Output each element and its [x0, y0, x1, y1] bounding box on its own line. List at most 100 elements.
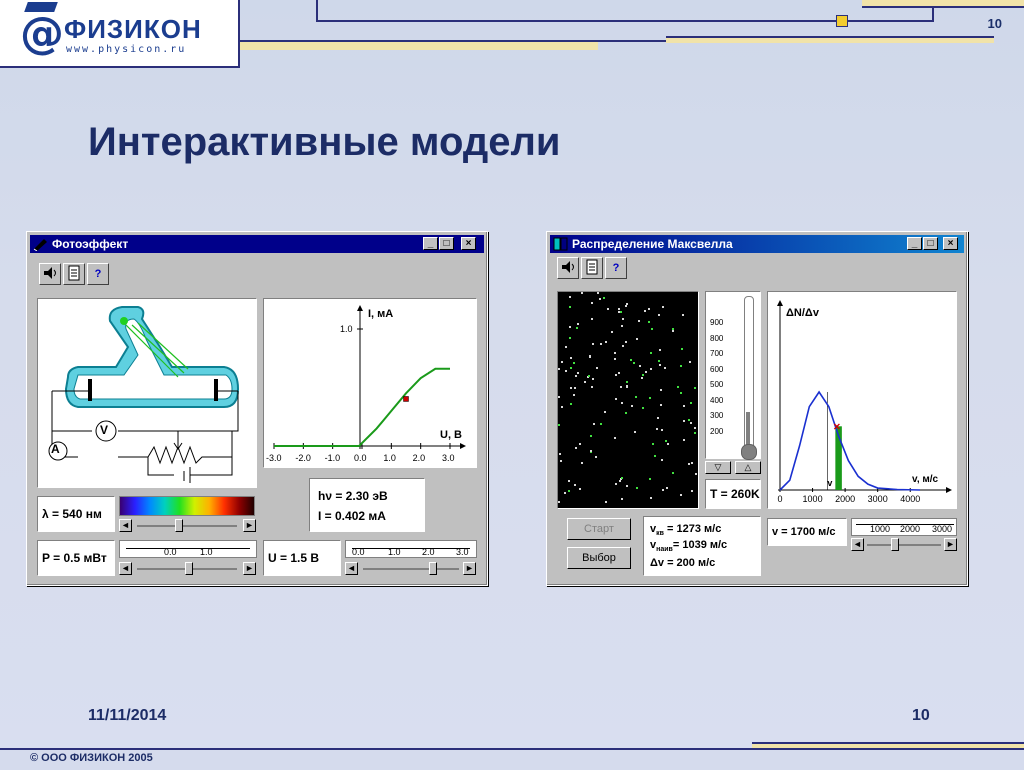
molecule-dot: [592, 343, 594, 345]
ammeter-label: A: [51, 442, 60, 456]
molecule-dot: [596, 367, 598, 369]
maximize-button[interactable]: □: [439, 237, 454, 250]
voltage-slider[interactable]: ◄ ►: [345, 562, 477, 575]
molecule-dot: [682, 314, 684, 316]
voltmeter-label: V: [100, 423, 109, 437]
molecule-dot: [570, 403, 572, 405]
molecule-dot: [569, 337, 571, 339]
molecule-dot: [659, 349, 661, 351]
slider-thumb[interactable]: [891, 538, 899, 551]
molecule-dot: [641, 377, 643, 379]
document-icon: [586, 259, 598, 275]
logo-name: ФИЗИКОН: [64, 14, 202, 44]
molecule-dot: [600, 343, 602, 345]
power-slider[interactable]: ◄ ►: [119, 562, 257, 575]
sound-icon: [44, 267, 56, 279]
molecule-dot: [581, 292, 583, 294]
molecule-dot: [690, 422, 692, 424]
minimize-button[interactable]: _: [907, 237, 922, 250]
speed-interval-value: Δv = 200 м/с: [650, 557, 716, 569]
slider-thumb[interactable]: [429, 562, 437, 575]
molecule-dot: [642, 407, 644, 409]
sound-button[interactable]: [557, 257, 579, 279]
molecule-dot: [683, 420, 685, 422]
molecule-dot: [558, 396, 560, 398]
molecule-dot: [688, 419, 690, 421]
molecule-dot: [579, 488, 581, 490]
molecule-dot: [631, 405, 633, 407]
slide-page-number: 10: [912, 707, 930, 724]
molecule-dot: [611, 331, 613, 333]
molecule-dot: [691, 462, 693, 464]
molecule-dot: [581, 462, 583, 464]
maxwell-titlebar[interactable]: Распределение Максвелла: [550, 235, 964, 253]
slider-left-arrow-icon[interactable]: ◄: [345, 562, 358, 575]
thermometer-tick-label: 700: [710, 349, 724, 358]
close-button[interactable]: ×: [943, 237, 958, 250]
molecule-dot: [660, 389, 662, 391]
power-ruler: 0.0 1.0: [119, 540, 257, 558]
light-source-icon: [120, 317, 128, 325]
maximize-button[interactable]: □: [923, 237, 938, 250]
sound-button[interactable]: [39, 263, 61, 285]
photoeffect-titlebar[interactable]: Фотоэффект: [30, 235, 484, 253]
header-stripe: [666, 38, 994, 43]
distribution-curve: [779, 390, 921, 491]
slider-left-arrow-icon[interactable]: ◄: [119, 562, 132, 575]
molecule-dot: [575, 447, 577, 449]
slider-right-arrow-icon[interactable]: ►: [243, 562, 256, 575]
molecule-dot: [570, 387, 572, 389]
slider-right-arrow-icon[interactable]: ►: [243, 519, 256, 532]
molecule-dot: [630, 359, 632, 361]
slider-left-arrow-icon[interactable]: ◄: [119, 519, 132, 532]
speed-stats-panel: vкв = 1273 м/с vнаив= 1039 м/с Δv = 200 …: [643, 516, 761, 576]
minimize-button[interactable]: _: [423, 237, 438, 250]
molecule-dot: [591, 302, 593, 304]
molecule-dot: [694, 432, 696, 434]
thermometer-bulb-icon: [741, 444, 757, 460]
temperature-up-button[interactable]: △: [735, 461, 763, 475]
molecule-dot: [573, 362, 575, 364]
start-button[interactable]: Старт: [567, 518, 631, 540]
molecule-dot: [666, 487, 668, 489]
header-line: [862, 6, 1024, 8]
slider-left-arrow-icon[interactable]: ◄: [851, 538, 864, 551]
velocity-slider[interactable]: ◄ ►: [851, 538, 957, 551]
document-button[interactable]: [63, 263, 85, 285]
thermometer-panel: 900 800 700 600 500 400 300 200: [705, 291, 761, 460]
select-button[interactable]: Выбор: [567, 547, 631, 569]
molecule-dot: [648, 308, 650, 310]
slider-thumb[interactable]: [175, 519, 183, 532]
thermometer-tick-label: 200: [710, 426, 724, 436]
slider-right-arrow-icon[interactable]: ►: [944, 538, 957, 551]
molecule-dot: [595, 456, 597, 458]
spectrum-bar: [119, 496, 255, 516]
molecule-dot: [618, 311, 620, 313]
iv-x-tick-label: 1.0: [383, 453, 396, 463]
slider-thumb[interactable]: [185, 562, 193, 575]
molecule-dot: [650, 352, 652, 354]
molecule-dot: [559, 453, 561, 455]
molecule-dot: [570, 357, 572, 359]
distribution-x-label: v, м/с: [912, 474, 939, 485]
temperature-down-button[interactable]: ▽: [705, 461, 733, 475]
help-button[interactable]: ?: [605, 257, 627, 279]
close-button[interactable]: ×: [461, 237, 476, 250]
wavelength-slider[interactable]: ◄ ►: [119, 519, 257, 532]
temperature-display: T = 260K: [705, 479, 761, 509]
molecule-dot: [605, 501, 607, 503]
molecule-dot: [604, 411, 606, 413]
molecule-dot: [683, 405, 685, 407]
rms-speed-value: = 1273 м/с: [667, 523, 722, 535]
header-line: [316, 0, 318, 20]
slider-right-arrow-icon[interactable]: ►: [463, 562, 476, 575]
molecule-dot: [592, 378, 594, 380]
molecule-dot: [677, 386, 679, 388]
photocurrent-value: I = 0.402 мА: [318, 509, 386, 523]
molecule-dot: [575, 375, 577, 377]
molecule-dot: [618, 372, 620, 374]
help-button[interactable]: ?: [87, 263, 109, 285]
document-button[interactable]: [581, 257, 603, 279]
molecule-dot: [659, 364, 661, 366]
molecule-dot: [658, 314, 660, 316]
